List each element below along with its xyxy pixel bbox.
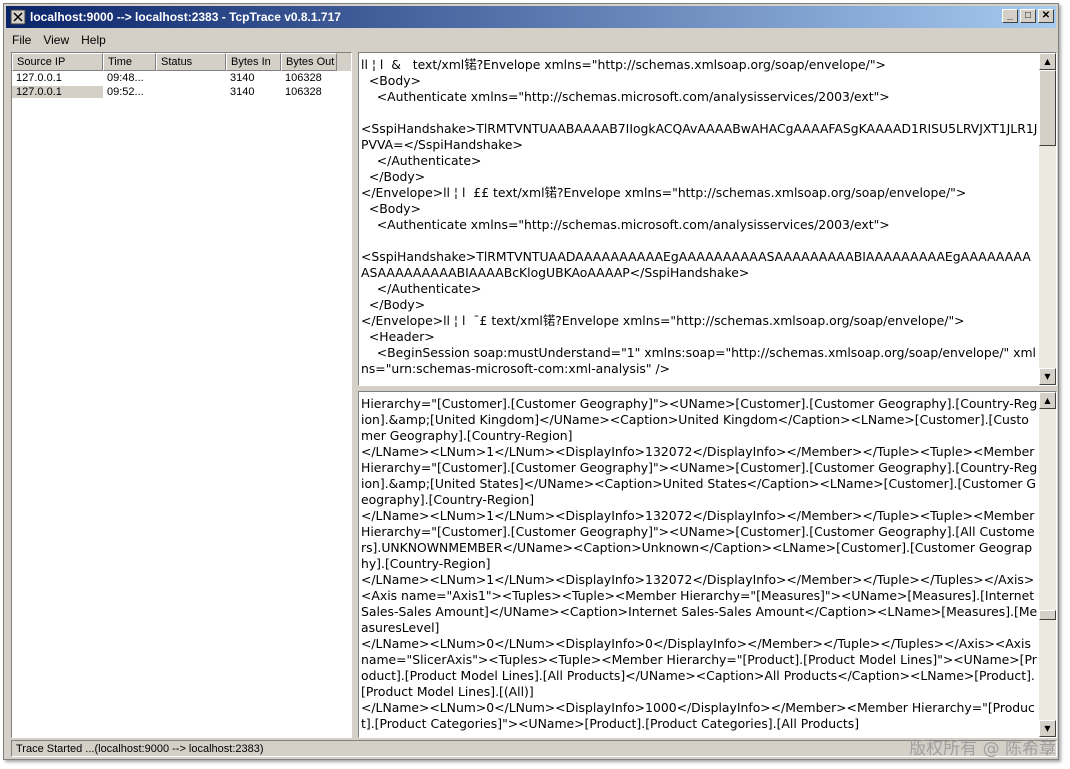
close-button[interactable]: ✕ xyxy=(1038,9,1054,23)
title-bar[interactable]: localhost:9000 --> localhost:2383 - TcpT… xyxy=(6,6,1056,28)
response-scrollbar[interactable]: ▲ ▼ xyxy=(1039,392,1056,737)
response-pane[interactable]: Hierarchy="[Customer].[Customer Geograph… xyxy=(358,391,1057,738)
scroll-up-button[interactable]: ▲ xyxy=(1039,392,1056,409)
column-header-time[interactable]: Time xyxy=(103,53,156,71)
menu-help[interactable]: Help xyxy=(75,33,112,47)
connection-row[interactable]: 127.0.0.1 09:48... 3140 106328 xyxy=(12,71,351,85)
column-header-source-ip[interactable]: Source IP xyxy=(12,53,103,71)
request-scrollbar[interactable]: ▲ ▼ xyxy=(1039,53,1056,385)
connections-list[interactable]: Source IP Time Status Bytes In Bytes Out… xyxy=(11,52,352,738)
menu-bar: File View Help xyxy=(6,30,1056,50)
maximize-button[interactable]: □ xyxy=(1020,9,1036,23)
cell-source-ip: 127.0.0.1 xyxy=(12,86,103,98)
cell-source-ip: 127.0.0.1 xyxy=(16,72,62,84)
scroll-up-button[interactable]: ▲ xyxy=(1039,53,1056,70)
cell-bytes-out: 106328 xyxy=(285,86,322,98)
menu-view[interactable]: View xyxy=(37,33,75,47)
scroll-thumb[interactable] xyxy=(1039,610,1056,620)
list-header: Source IP Time Status Bytes In Bytes Out xyxy=(12,53,351,71)
column-header-bytes-in[interactable]: Bytes In xyxy=(226,53,281,71)
request-text[interactable]: ll ¦ l & text/xml锘?Envelope xmlns="http:… xyxy=(361,57,1038,383)
app-window: localhost:9000 --> localhost:2383 - TcpT… xyxy=(3,3,1059,760)
connection-row-selected[interactable]: 127.0.0.1 09:52... 3140 106328 xyxy=(12,85,351,99)
scroll-thumb[interactable] xyxy=(1039,70,1056,146)
request-pane[interactable]: ll ¦ l & text/xml锘?Envelope xmlns="http:… xyxy=(358,52,1057,386)
menu-file[interactable]: File xyxy=(6,33,37,47)
status-text: Trace Started ...(localhost:9000 --> loc… xyxy=(16,742,264,755)
minimize-button[interactable]: _ xyxy=(1002,9,1018,23)
cell-bytes-in: 3140 xyxy=(230,72,255,84)
app-icon xyxy=(10,9,26,25)
column-header-bytes-out[interactable]: Bytes Out xyxy=(281,53,337,71)
column-header-status[interactable]: Status xyxy=(156,53,226,71)
cell-time: 09:48... xyxy=(107,72,144,84)
status-bar: Trace Started ...(localhost:9000 --> loc… xyxy=(11,740,1057,757)
cell-time: 09:52... xyxy=(107,86,144,98)
window-title: localhost:9000 --> localhost:2383 - TcpT… xyxy=(30,10,341,24)
cell-bytes-out: 106328 xyxy=(285,72,322,84)
watermark: 版权所有 @ 陈希章 xyxy=(909,739,1056,759)
cell-bytes-in: 3140 xyxy=(230,86,255,98)
response-text[interactable]: Hierarchy="[Customer].[Customer Geograph… xyxy=(361,396,1038,735)
scroll-down-button[interactable]: ▼ xyxy=(1039,368,1056,385)
